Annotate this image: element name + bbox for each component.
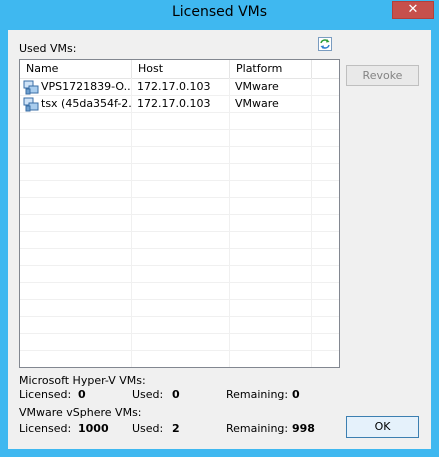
dialog-client-area: Used VMs: Name Host Platform VPS1721839-… [8,30,431,449]
hyperv-licensed-label: Licensed: [19,388,72,401]
vm-icon [23,80,39,95]
table-row[interactable]: tsx (45da354f-2... 172.17.0.103 VMware [20,96,339,112]
refresh-icon[interactable] [318,37,332,51]
vsphere-section-title: VMware vSphere VMs: [19,406,142,419]
column-header-host[interactable]: Host [132,60,230,78]
vsphere-remaining-label: Remaining: [226,422,289,435]
vsphere-used-value: 2 [172,422,180,435]
column-header-platform[interactable]: Platform [230,60,312,78]
revoke-button[interactable]: Revoke [346,65,419,86]
title-bar[interactable]: Licensed VMs ✕ [0,0,439,26]
hyperv-used-label: Used: [132,388,164,401]
used-vms-list[interactable]: Name Host Platform VPS1721839-O... 172.1… [19,59,340,368]
close-icon: ✕ [407,2,419,17]
hyperv-licensed-value: 0 [78,388,86,401]
table-row[interactable]: VPS1721839-O... 172.17.0.103 VMware [20,79,339,95]
vm-platform: VMware [235,97,279,110]
vsphere-used-label: Used: [132,422,164,435]
vm-host: 172.17.0.103 [137,80,211,93]
hyperv-remaining-value: 0 [292,388,300,401]
vm-icon [23,97,39,112]
vm-name: VPS1721839-O... [41,80,131,93]
vsphere-licensed-label: Licensed: [19,422,72,435]
hyperv-remaining-label: Remaining: [226,388,289,401]
window-title: Licensed VMs [171,4,268,20]
close-button[interactable]: ✕ [392,1,434,19]
vm-host: 172.17.0.103 [137,97,211,110]
vm-platform: VMware [235,80,279,93]
column-header-name[interactable]: Name [20,60,132,78]
vm-name: tsx (45da354f-2... [41,97,131,110]
vsphere-remaining-value: 998 [292,422,315,435]
hyperv-used-value: 0 [172,388,180,401]
licensed-vms-window: Licensed VMs ✕ Used VMs: Name Host Platf… [0,0,439,457]
used-vms-label: Used VMs: [19,42,77,55]
hyperv-section-title: Microsoft Hyper-V VMs: [19,374,146,387]
ok-button[interactable]: OK [346,416,419,438]
list-header: Name Host Platform [20,60,339,79]
vsphere-licensed-value: 1000 [78,422,109,435]
